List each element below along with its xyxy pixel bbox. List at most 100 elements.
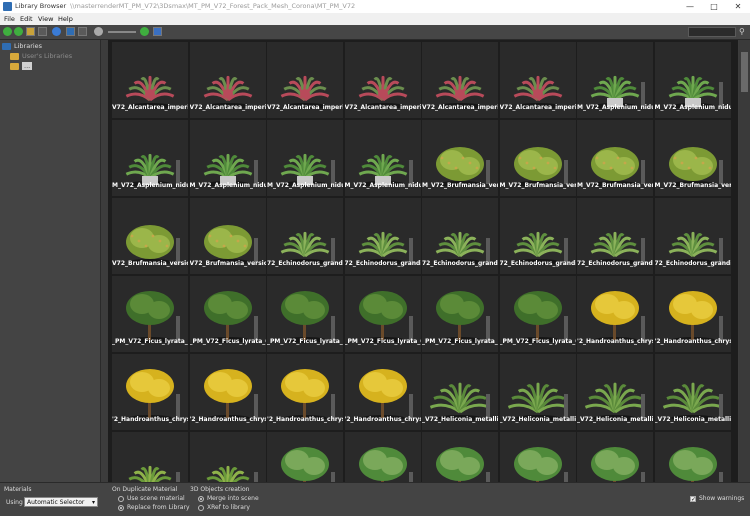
thumbnail-label: 72_Echinodorus_grandiflor [344,260,421,267]
sort-icon[interactable] [78,27,87,36]
tree-root-label: Libraries [14,42,43,50]
thumbnail-label: M_V72_Asplenium_nidus_I [189,182,266,189]
radio-label: XRef to library [207,504,250,511]
thumbnail-label: _PM_V72_Ficus_lyrata_01 [267,338,343,345]
radio-replace-from-library[interactable]: Replace from Library [118,504,190,511]
close-button[interactable]: ✕ [726,0,750,13]
radio-label: Use scene material [127,495,185,502]
thumbnail-tile[interactable] [422,432,498,482]
plant-thumbnail-image [513,447,568,482]
search-icon[interactable]: ⚲ [739,27,748,36]
library-icon [2,42,11,50]
forward-arrow-icon[interactable] [14,27,23,36]
refresh-icon[interactable] [52,27,61,36]
zoom-slider[interactable] [108,31,136,33]
thumbnail-tile[interactable] [499,432,576,482]
plant-thumbnail-image [436,447,490,482]
app-icon [3,2,12,11]
thumbnail-tile[interactable] [654,432,731,482]
material-selector-value: Automatic Selector [27,499,85,506]
thumbnail-label: 72_Echinodorus_grandiflor [654,260,731,267]
creation-heading: 3D Objects creation [190,486,250,493]
vertical-scrollbar[interactable] [739,40,750,482]
thumbnail-label: _PM_V72_Ficus_lyrata_01 [189,338,266,345]
thumbnail-label: _PM_V72_Ficus_lyrata_01 [499,338,576,345]
thumbnail-label: M_V72_Brufmansia_versicolo [654,182,731,189]
back-arrow-icon[interactable] [3,27,12,36]
thumbnail-tile[interactable] [189,432,266,482]
radio-icon [198,495,204,502]
show-warnings-checkbox[interactable]: ✓ [690,496,696,503]
radio-icon [118,504,124,511]
thumbnail-label: '2_Handroanthus_chrysant [189,416,266,423]
radio-label: Replace from Library [127,504,190,511]
thumbnail-label: _V72_Heliconia_metallica [422,416,498,423]
view-mode-icon[interactable] [38,27,47,36]
thumbnail-label: '2_Handroanthus_chrysant [654,338,731,345]
thumbnail-label: '2_Handroanthus_chrysant [344,416,421,423]
folder-up-icon[interactable] [26,27,35,36]
menu-edit[interactable]: Edit [20,15,33,23]
thumbnail-label: _V72_Heliconia_metallica [654,416,731,423]
radio-icon [118,495,124,502]
material-selector-dropdown[interactable]: Automatic Selector ▾ [24,497,98,507]
zoom-in-icon[interactable] [140,27,149,36]
zoom-out-icon[interactable] [94,27,103,36]
toolbar [0,25,750,40]
tree-item-selected[interactable]: ... [10,62,33,71]
plant-thumbnail-image [358,447,413,482]
thumbnail-label: '2_Handroanthus_chrysant [112,416,188,423]
thumbnail-label: M_V72_Asplenium_nidus_I [267,182,343,189]
thumbnail-tile[interactable] [344,432,421,482]
window-path: \\masterrenderMT_PM_V72\3Dsmax\MT_PM_V72… [70,2,356,10]
radio-use-scene-material[interactable]: Use scene material [118,495,185,502]
radio-xref-to-library[interactable]: XRef to library [198,504,250,511]
filter-icon[interactable] [66,27,75,36]
thumbnail-label: V72_Brufmansia_versicolo [112,260,188,267]
thumbnail-tile[interactable] [577,432,653,482]
thumbnail-label: V72_Alcantarea_imperialis [499,104,576,111]
maximize-button[interactable]: □ [702,0,726,13]
thumbnail-label: M_V72_Asplenium_nidus_I [577,104,653,111]
menu-bar: File Edit View Help [0,13,750,25]
tree-item-label: User's Libraries [22,52,73,60]
folder-icon [10,52,19,60]
tree-item-label: ... [22,62,33,70]
thumbnail-label: _PM_V72_Ficus_lyrata_01 [344,338,421,345]
thumbnail-label: 72_Echinodorus_grandiflor [577,260,653,267]
thumbnail-label: V72_Alcantarea_imperialis [344,104,421,111]
thumbnail-label: M_V72_Asplenium_nidus_I [654,104,731,111]
plant-thumbnail-image [591,447,645,482]
plant-thumbnail-image [128,465,180,482]
thumbnail-label: '2_Handroanthus_chrysant [577,338,653,345]
thumbnail-label: _V72_Heliconia_metallica [577,416,653,423]
thumbnail-label: 72_Echinodorus_grandiflor [422,260,498,267]
menu-file[interactable]: File [4,15,15,23]
thumbnail-label: V72_Alcantarea_imperialis [112,104,188,111]
using-label: Using [6,499,23,506]
title-bar: Library Browser \\masterrenderMT_PM_V72\3… [0,0,750,13]
info-icon[interactable] [153,27,162,36]
menu-help[interactable]: Help [58,15,73,23]
thumbnail-label: M_V72_Asplenium_nidus_I [344,182,421,189]
tree-root-libraries[interactable]: Libraries [2,42,42,51]
thumbnail-tile[interactable] [112,432,188,482]
thumbnail-label: M_V72_Brufmansia_versicolo [422,182,498,189]
thumbnail-tile[interactable] [267,432,343,482]
minimize-button[interactable]: — [678,0,702,13]
show-warnings-label: Show warnings [699,495,745,502]
thumbnail-label: _V72_Heliconia_metallica [499,416,576,423]
search-input[interactable] [688,27,736,37]
scrollbar-thumb[interactable] [741,52,748,92]
thumbnail-label: V72_Alcantarea_imperialis [189,104,266,111]
plant-thumbnail-image [668,447,723,482]
menu-view[interactable]: View [38,15,53,23]
plant-thumbnail-image [281,447,335,482]
library-tree: Libraries User's Libraries ... [0,40,101,482]
radio-merge-into-scene[interactable]: Merge into scene [198,495,259,502]
tree-item-user-libraries[interactable]: User's Libraries [10,52,72,61]
radio-icon [198,504,204,511]
thumbnail-label: M_V72_Asplenium_nidus_I [112,182,188,189]
duplicate-heading: On Duplicate Material [112,486,178,493]
folder-icon [10,62,19,70]
